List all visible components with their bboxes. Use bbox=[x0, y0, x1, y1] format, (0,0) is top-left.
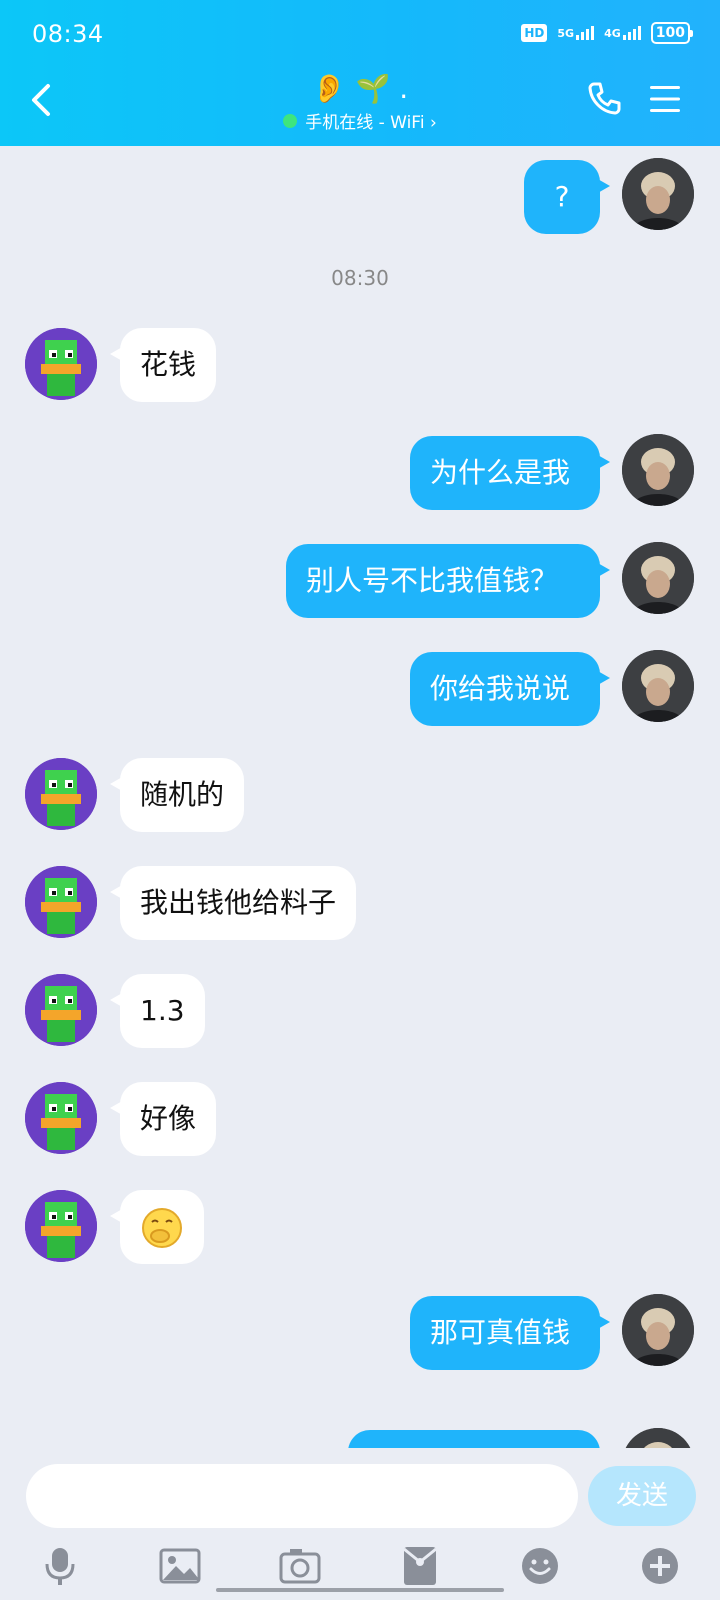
status-icons: HD 5G 4G 100 bbox=[521, 22, 694, 44]
status-time: 08:34 bbox=[32, 20, 104, 48]
home-indicator[interactable] bbox=[216, 1588, 504, 1592]
online-dot-icon bbox=[283, 113, 298, 128]
sim1-label: 5G bbox=[557, 27, 575, 40]
message-list[interactable]: ? 08:30 花钱 为什么是我 别人号不比我值钱？ 你给我说说 随机的 我出钱… bbox=[0, 146, 720, 1448]
message-bubble[interactable]: 好像 bbox=[109, 1082, 217, 1156]
menu-button[interactable] bbox=[648, 84, 682, 114]
call-button[interactable] bbox=[586, 80, 622, 116]
self-avatar[interactable] bbox=[622, 434, 694, 506]
microphone-icon bbox=[45, 1548, 75, 1585]
self-avatar-image bbox=[622, 158, 694, 230]
self-avatar-image bbox=[622, 542, 694, 614]
message-bubble[interactable]: 别人号不比我值钱？ bbox=[286, 544, 610, 618]
message-bubble-partial[interactable] bbox=[348, 1430, 600, 1448]
message-bubble[interactable]: 那可真值钱 bbox=[410, 1296, 610, 1370]
self-avatar[interactable] bbox=[622, 650, 694, 722]
message-bubble[interactable]: ? bbox=[524, 160, 610, 234]
self-avatar[interactable] bbox=[622, 1294, 694, 1366]
message-bubble[interactable]: 随机的 bbox=[109, 758, 245, 832]
contact-avatar[interactable] bbox=[25, 1082, 97, 1154]
online-status[interactable]: 手机在线 - WiFi › bbox=[283, 108, 437, 133]
duck-avatar-image bbox=[25, 758, 97, 830]
battery-icon: 100 bbox=[650, 22, 694, 44]
duck-avatar-image bbox=[25, 1082, 97, 1154]
more-button[interactable] bbox=[638, 1544, 682, 1588]
image-button[interactable] bbox=[158, 1544, 202, 1588]
voice-button[interactable] bbox=[38, 1544, 82, 1588]
signal-5g-icon: 5G bbox=[557, 26, 595, 40]
send-button[interactable]: 发送 bbox=[588, 1466, 696, 1526]
duck-avatar-image bbox=[25, 1190, 97, 1262]
input-bar: 发送 bbox=[0, 1448, 720, 1600]
message-bubble[interactable]: 为什么是我 bbox=[410, 436, 610, 510]
image-icon bbox=[159, 1548, 201, 1584]
duck-avatar-image bbox=[25, 974, 97, 1046]
message-input[interactable] bbox=[26, 1464, 578, 1528]
self-avatar[interactable] bbox=[622, 1428, 694, 1448]
self-avatar-image bbox=[622, 1428, 694, 1448]
input-toolbar bbox=[0, 1544, 720, 1592]
red-packet-button[interactable] bbox=[398, 1544, 442, 1588]
red-packet-icon bbox=[403, 1547, 437, 1585]
contact-avatar[interactable] bbox=[25, 866, 97, 938]
self-avatar[interactable] bbox=[622, 158, 694, 230]
signal-4g-icon: 4G bbox=[604, 26, 641, 40]
phone-icon bbox=[588, 82, 621, 115]
message-timestamp: 08:30 bbox=[331, 266, 389, 290]
message-bubble[interactable]: 花钱 bbox=[109, 328, 217, 402]
contact-avatar[interactable] bbox=[25, 1190, 97, 1262]
contact-avatar[interactable] bbox=[25, 758, 97, 830]
hand-over-mouth-emoji-icon bbox=[142, 1208, 182, 1248]
message-bubble[interactable]: 1.3 bbox=[110, 974, 205, 1048]
emoji-message-bubble[interactable]: 🤭 bbox=[110, 1190, 204, 1264]
menu-icon bbox=[650, 86, 680, 112]
online-status-text: 手机在线 - WiFi › bbox=[305, 113, 437, 133]
emoji-button[interactable] bbox=[518, 1544, 562, 1588]
self-avatar[interactable] bbox=[622, 542, 694, 614]
plus-icon bbox=[642, 1548, 678, 1584]
camera-button[interactable] bbox=[278, 1544, 322, 1588]
contact-avatar[interactable] bbox=[25, 328, 97, 400]
hd-icon: HD bbox=[521, 24, 548, 42]
sim2-label: 4G bbox=[604, 27, 621, 40]
chat-header: 08:34 HD 5G 4G 100 👂 🌱 . 手机在线 - WiFi › bbox=[0, 0, 720, 146]
self-avatar-image bbox=[622, 650, 694, 722]
message-bubble[interactable]: 我出钱他给料子 bbox=[109, 866, 357, 940]
duck-avatar-image bbox=[25, 866, 97, 938]
self-avatar-image bbox=[622, 1294, 694, 1366]
emoji-icon bbox=[522, 1548, 558, 1584]
camera-icon bbox=[279, 1549, 321, 1584]
contact-avatar[interactable] bbox=[25, 974, 97, 1046]
duck-avatar-image bbox=[25, 328, 97, 400]
self-avatar-image bbox=[622, 434, 694, 506]
message-bubble[interactable]: 你给我说说 bbox=[410, 652, 610, 726]
